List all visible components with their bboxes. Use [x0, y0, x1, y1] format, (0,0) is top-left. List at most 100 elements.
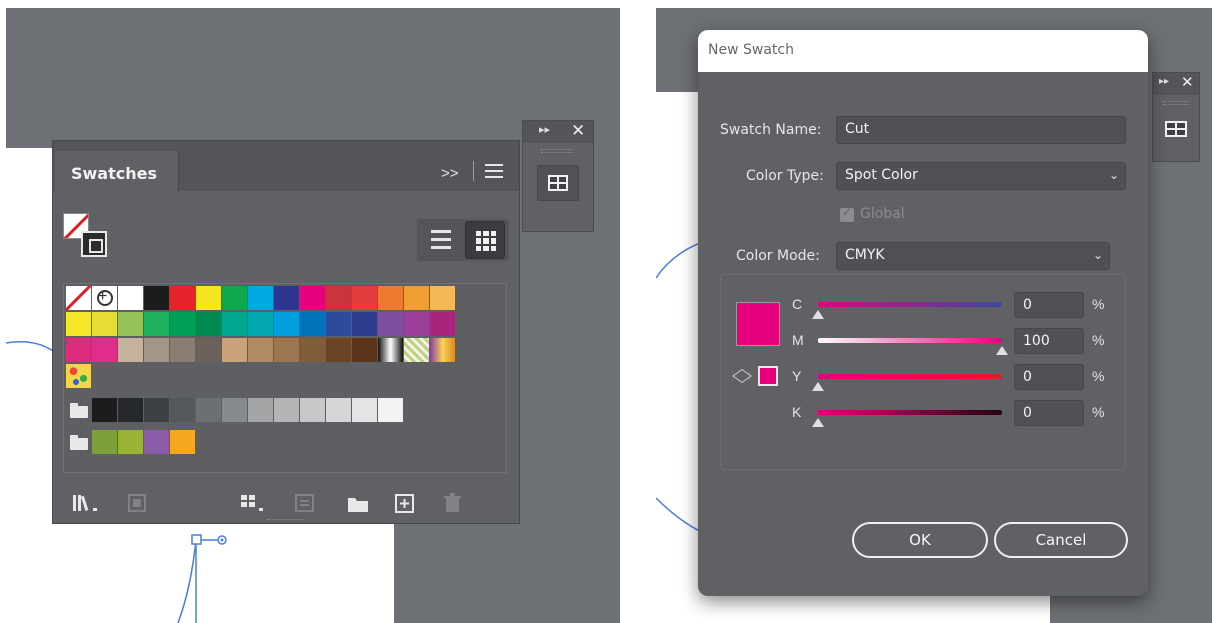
ok-button[interactable]: OK — [852, 522, 988, 558]
slider-value-input[interactable]: 100 — [1014, 328, 1084, 354]
swatch[interactable] — [118, 312, 143, 336]
swatch[interactable] — [196, 312, 221, 336]
grid-view-icon[interactable] — [465, 221, 505, 259]
swatch[interactable] — [326, 286, 351, 310]
swatch[interactable] — [170, 286, 195, 310]
color-group-folder-icon[interactable] — [66, 398, 91, 422]
swatch[interactable] — [300, 338, 325, 362]
swatch[interactable] — [300, 398, 325, 422]
swatch-gradient[interactable] — [430, 338, 455, 362]
swatch[interactable] — [222, 338, 247, 362]
swatch[interactable] — [378, 398, 403, 422]
swatch[interactable] — [430, 286, 455, 310]
swatch[interactable] — [118, 430, 143, 454]
expand-panels-button[interactable]: ▸▸ — [539, 123, 550, 136]
slider-value-input[interactable]: 0 — [1014, 400, 1084, 426]
swatch-pattern[interactable] — [404, 338, 429, 362]
swatch-gradient[interactable] — [378, 338, 403, 362]
swatch[interactable] — [352, 312, 377, 336]
swatch-libraries-icon[interactable] — [71, 493, 99, 513]
slider-thumb[interactable] — [812, 418, 824, 427]
close-panel-button[interactable]: ✕ — [571, 121, 585, 141]
close-panel-button[interactable]: ✕ — [1181, 73, 1194, 91]
tab-swatches[interactable]: Swatches — [55, 151, 179, 193]
swatch-pattern[interactable] — [66, 364, 91, 388]
swatch[interactable] — [196, 338, 221, 362]
expand-panels-button[interactable]: ▸▸ — [1159, 76, 1169, 87]
slider-track[interactable] — [818, 338, 1002, 343]
swatch[interactable] — [92, 430, 117, 454]
swatch[interactable] — [352, 398, 377, 422]
swatch[interactable] — [222, 312, 247, 336]
swatch[interactable] — [404, 312, 429, 336]
cancel-button[interactable]: Cancel — [994, 522, 1128, 558]
swatch[interactable] — [248, 312, 273, 336]
swatch[interactable] — [274, 312, 299, 336]
swatch[interactable] — [144, 286, 169, 310]
slider-track[interactable] — [818, 302, 1002, 307]
fill-stroke-widget[interactable] — [63, 213, 109, 259]
new-color-group-icon[interactable] — [345, 493, 371, 513]
list-view-icon[interactable] — [421, 223, 461, 257]
dialog-titlebar[interactable]: New Swatch — [698, 30, 1148, 72]
swatches-dock-icon[interactable] — [537, 165, 579, 201]
swatch[interactable] — [274, 398, 299, 422]
swatch[interactable] — [144, 398, 169, 422]
swatch[interactable] — [222, 286, 247, 310]
color-mode-select[interactable]: CMYK ⌄ — [836, 242, 1110, 270]
swatch[interactable] — [378, 286, 403, 310]
color-type-select[interactable]: Spot Color ⌄ — [836, 162, 1126, 190]
swatch[interactable] — [170, 398, 195, 422]
collapse-panel-button[interactable]: >> — [441, 165, 459, 182]
swatch[interactable] — [300, 312, 325, 336]
swatch[interactable] — [144, 338, 169, 362]
swatches-dock-icon[interactable] — [1161, 119, 1191, 139]
slider-value-input[interactable]: 0 — [1014, 364, 1084, 390]
swatch[interactable] — [326, 398, 351, 422]
dock-grip[interactable] — [1163, 101, 1189, 105]
dock-grip[interactable] — [541, 149, 573, 153]
swatch[interactable] — [378, 312, 403, 336]
swatch[interactable] — [352, 338, 377, 362]
swatch[interactable] — [352, 286, 377, 310]
swatch[interactable] — [196, 398, 221, 422]
swatch[interactable] — [170, 312, 195, 336]
swatch[interactable] — [118, 398, 143, 422]
panel-resize-grip[interactable] — [267, 519, 303, 522]
slider-thumb[interactable] — [812, 310, 824, 319]
swatch[interactable] — [274, 338, 299, 362]
swatch[interactable] — [66, 312, 91, 336]
swatch[interactable] — [222, 398, 247, 422]
swatch[interactable] — [118, 338, 143, 362]
swatch[interactable] — [144, 312, 169, 336]
slider-thumb[interactable] — [996, 346, 1008, 355]
slider-track[interactable] — [818, 374, 1002, 379]
swatch[interactable] — [196, 286, 221, 310]
swatch[interactable] — [144, 430, 169, 454]
swatch[interactable] — [248, 286, 273, 310]
swatch[interactable] — [92, 338, 117, 362]
swatch[interactable] — [248, 398, 273, 422]
swatch[interactable] — [274, 286, 299, 310]
swatch[interactable] — [118, 286, 143, 310]
swatch[interactable] — [326, 338, 351, 362]
show-swatch-kinds-icon[interactable] — [239, 493, 267, 513]
swatch[interactable] — [326, 312, 351, 336]
swatch[interactable] — [404, 286, 429, 310]
slider-track[interactable] — [818, 410, 1002, 415]
swatch[interactable] — [92, 312, 117, 336]
new-swatch-icon[interactable] — [393, 493, 417, 513]
swatch[interactable] — [300, 286, 325, 310]
swatch[interactable] — [66, 338, 91, 362]
swatch[interactable] — [170, 338, 195, 362]
swatch-none[interactable] — [66, 286, 91, 310]
swatch[interactable] — [430, 312, 455, 336]
panel-menu-icon[interactable] — [485, 164, 503, 178]
gamut-color-swatch[interactable] — [758, 366, 778, 386]
slider-thumb[interactable] — [812, 382, 824, 391]
swatch[interactable] — [170, 430, 195, 454]
stroke-icon[interactable] — [81, 231, 107, 257]
swatch[interactable] — [92, 398, 117, 422]
slider-value-input[interactable]: 0 — [1014, 292, 1084, 318]
swatch-name-input[interactable]: Cut — [836, 116, 1126, 144]
